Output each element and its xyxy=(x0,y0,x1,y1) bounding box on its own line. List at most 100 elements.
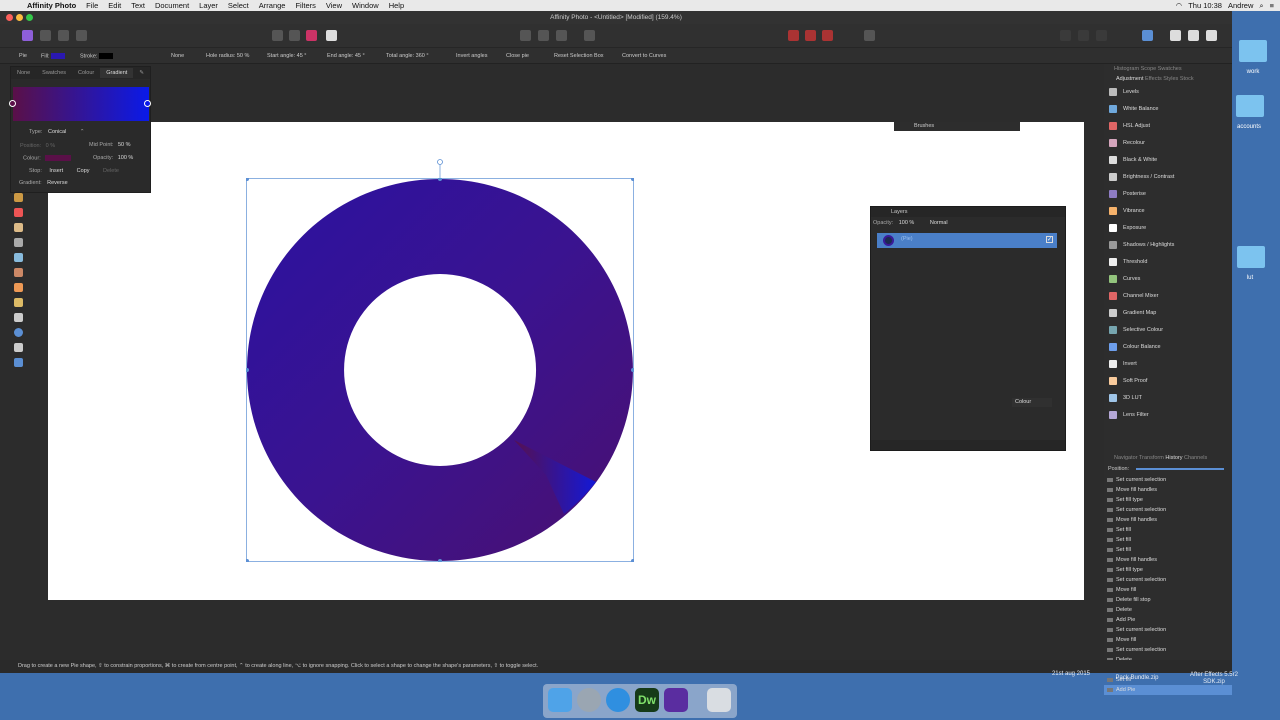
copy-button[interactable]: Copy xyxy=(77,168,90,174)
stroke-width-value[interactable]: None xyxy=(171,53,184,59)
history-item[interactable]: Add Pie xyxy=(1104,685,1232,695)
history-item[interactable]: Set fill type xyxy=(1104,565,1232,575)
move-tool-icon[interactable] xyxy=(13,313,23,322)
settings-icon[interactable] xyxy=(1206,30,1217,41)
close-pie-button[interactable]: Close pie xyxy=(506,53,529,59)
smudge-tool-icon[interactable] xyxy=(13,298,23,307)
adjustment-item[interactable]: Exposure xyxy=(1104,220,1232,237)
adjustment-item[interactable]: Selective Colour xyxy=(1104,322,1232,339)
picker-icon[interactable]: ✎ xyxy=(133,70,150,76)
help-icon[interactable] xyxy=(864,30,875,41)
auto-levels-icon[interactable] xyxy=(272,30,283,41)
tab-swatches-right[interactable]: Swatches xyxy=(1158,66,1182,72)
studio-toggle-icon[interactable] xyxy=(1142,30,1153,41)
affinity-persona-icon[interactable] xyxy=(22,30,33,41)
menu-select[interactable]: Select xyxy=(223,1,254,10)
gradient-stop-start[interactable] xyxy=(9,100,16,107)
type-dropdown[interactable]: Conical xyxy=(48,129,66,135)
history-position-slider[interactable] xyxy=(1136,468,1224,470)
develop-persona-icon[interactable] xyxy=(58,30,69,41)
adjustment-item[interactable]: Posterise xyxy=(1104,186,1232,203)
deselect-icon[interactable] xyxy=(538,30,549,41)
history-item[interactable]: Set current selection xyxy=(1104,575,1232,585)
blend-mode-dropdown[interactable]: Normal xyxy=(930,220,948,226)
folder-accounts-icon[interactable] xyxy=(1236,95,1264,117)
stroke-swatch[interactable] xyxy=(98,53,113,59)
opacity-field[interactable]: 100 % xyxy=(118,155,134,161)
tab-scope[interactable]: Scope xyxy=(1141,66,1157,72)
clock[interactable]: Thu 10:38 xyxy=(1188,1,1222,10)
history-item[interactable]: Move fill handles xyxy=(1104,515,1232,525)
history-item[interactable]: Set fill type xyxy=(1104,495,1232,505)
gradient-bar[interactable] xyxy=(13,87,149,121)
zoom-tool-icon[interactable] xyxy=(13,358,23,367)
menu-window[interactable]: Window xyxy=(347,1,384,10)
brushes-panel[interactable]: Brushes xyxy=(894,122,1020,131)
fill-swatch[interactable] xyxy=(51,53,66,59)
eraser-tool-icon[interactable] xyxy=(13,208,23,217)
menu-text[interactable]: Text xyxy=(126,1,150,10)
layer-name[interactable]: (Pie) xyxy=(901,236,913,242)
distribute-icon[interactable] xyxy=(1096,30,1107,41)
trash-icon[interactable] xyxy=(707,688,731,712)
history-item[interactable]: Set current selection xyxy=(1104,475,1232,485)
launchpad-icon[interactable] xyxy=(577,688,601,712)
brush-tool-icon[interactable] xyxy=(13,193,23,202)
quick-mask-icon[interactable] xyxy=(584,30,595,41)
history-item[interactable]: Move fill xyxy=(1104,635,1232,645)
history-item[interactable]: Move fill handles xyxy=(1104,485,1232,495)
tab-colour[interactable]: Colour xyxy=(72,70,100,76)
rotation-handle[interactable] xyxy=(434,157,446,179)
tab-stock[interactable]: Stock xyxy=(1180,76,1194,82)
invert-selection-icon[interactable] xyxy=(556,30,567,41)
menu-filters[interactable]: Filters xyxy=(290,1,320,10)
convert-to-curves-button[interactable]: Convert to Curves xyxy=(622,53,666,59)
minimize-window-icon[interactable] xyxy=(16,14,23,21)
menu-view[interactable]: View xyxy=(321,1,347,10)
hole-radius-field[interactable]: Hole radius: 50 % xyxy=(206,53,249,59)
delete-button[interactable]: Delete xyxy=(103,168,119,174)
insert-button[interactable]: Insert xyxy=(49,168,63,174)
desktop-file-sdk[interactable]: After Effects 5.5r2 SDK.zip xyxy=(1184,672,1244,686)
adjustment-item[interactable]: Curves xyxy=(1104,271,1232,288)
adjustment-item[interactable]: Vibrance xyxy=(1104,203,1232,220)
stop-colour-swatch[interactable] xyxy=(45,155,72,161)
adjustment-item[interactable]: White Balance xyxy=(1104,101,1232,118)
invert-angles-button[interactable]: Invert angles xyxy=(456,53,488,59)
adjustment-item[interactable]: Recolour xyxy=(1104,135,1232,152)
adjustment-item[interactable]: Threshold xyxy=(1104,254,1232,271)
wifi-icon[interactable]: ◠ xyxy=(1176,1,1183,10)
selection-handle[interactable] xyxy=(631,559,634,562)
menu-edit[interactable]: Edit xyxy=(103,1,126,10)
fill-tool-icon[interactable] xyxy=(13,253,23,262)
liquify-persona-icon[interactable] xyxy=(40,30,51,41)
adjustment-item[interactable]: Soft Proof xyxy=(1104,373,1232,390)
folder-lut-icon[interactable] xyxy=(1237,246,1265,268)
healing-tool-icon[interactable] xyxy=(13,268,23,277)
history-item[interactable]: Set fill xyxy=(1104,535,1232,545)
layer-visibility-checkbox[interactable]: ✓ xyxy=(1046,236,1053,243)
gradient-stop-end[interactable] xyxy=(144,100,151,107)
text-tool-icon[interactable] xyxy=(13,343,23,352)
adjustment-item[interactable]: Gradient Map xyxy=(1104,305,1232,322)
search-icon[interactable]: ⌕ xyxy=(1259,1,1263,11)
history-item[interactable]: Set fill xyxy=(1104,525,1232,535)
tab-gradient[interactable]: Gradient xyxy=(100,68,134,78)
tab-none[interactable]: None xyxy=(11,70,36,76)
tab-history[interactable]: History xyxy=(1165,455,1182,461)
tab-swatches[interactable]: Swatches xyxy=(36,70,72,76)
menu-file[interactable]: File xyxy=(81,1,103,10)
list-icon[interactable]: ≡ xyxy=(1270,1,1274,10)
end-angle-field[interactable]: End angle: 45 ° xyxy=(327,53,365,59)
history-item[interactable]: Set fill xyxy=(1104,545,1232,555)
zoom-window-icon[interactable] xyxy=(26,14,33,21)
adjustment-item[interactable]: Colour Balance xyxy=(1104,339,1232,356)
tab-adjustment[interactable]: Adjustment xyxy=(1116,76,1144,82)
layers-opacity-field[interactable]: 100 % xyxy=(899,220,915,226)
adjustment-item[interactable]: HSL Adjust xyxy=(1104,118,1232,135)
clone-tool-icon[interactable] xyxy=(13,238,23,247)
total-angle-field[interactable]: Total angle: 360 ° xyxy=(386,53,429,59)
selection-handle[interactable] xyxy=(246,559,249,562)
history-item[interactable]: Move fill handles xyxy=(1104,555,1232,565)
menu-app-name[interactable]: Affinity Photo xyxy=(22,1,81,10)
